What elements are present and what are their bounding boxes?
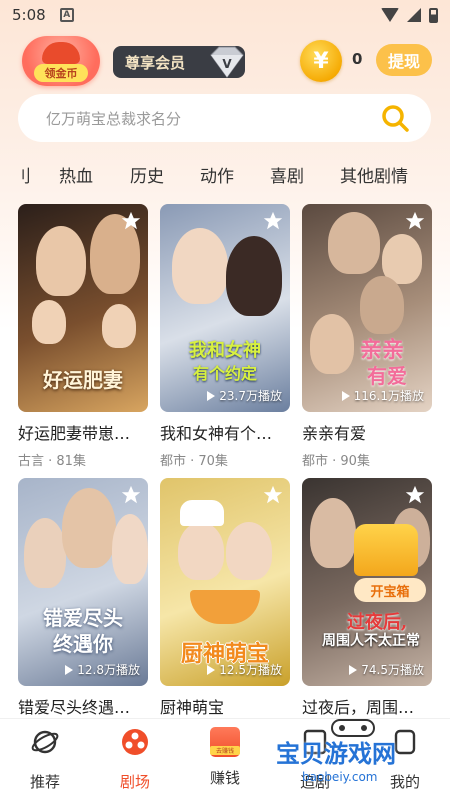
poster-4[interactable]: 厨神萌宝 12.5万播放 [160, 478, 290, 686]
vip-mark: V [222, 57, 232, 71]
poster-2[interactable]: 亲亲 有爱 116.1万播放 [302, 204, 432, 412]
poster-5[interactable]: 开宝箱 过夜后, 周围人不太正常 74.5万播放 [302, 478, 432, 686]
card-5-title[interactable]: 过夜后，周围… [302, 694, 432, 718]
card-4-title[interactable]: 厨神萌宝 [160, 694, 290, 718]
watermark-text: 宝贝游戏网 [276, 740, 396, 768]
play-count-3: 12.8万播放 [65, 661, 140, 678]
play-icon [349, 664, 358, 675]
card-3-title[interactable]: 错爱尽头终遇… [18, 694, 148, 718]
wok-icon [190, 590, 260, 624]
nav-theater[interactable]: 剧场 [100, 727, 170, 792]
battery-icon [429, 7, 438, 23]
vip-button[interactable]: 尊享会员 V [113, 46, 245, 78]
search-placeholder: 亿万萌宝总裁求名分 [46, 109, 182, 128]
search-icon[interactable] [381, 104, 409, 132]
play-count-1: 23.7万播放 [207, 387, 282, 404]
poster-1-art-sub: 有个约定 [192, 364, 257, 383]
play-count-2: 116.1万播放 [341, 387, 424, 404]
play-count-4: 12.5万播放 [207, 661, 282, 678]
nav-recommend[interactable]: 推荐 [10, 727, 80, 792]
card-0-meta: 古言 · 81集 [18, 454, 86, 469]
star-icon[interactable] [262, 210, 284, 232]
coin-count: 0 [352, 50, 363, 68]
treasure-chest-icon[interactable] [354, 524, 418, 576]
drama-card-5[interactable]: 开宝箱 过夜后, 周围人不太正常 74.5万播放 过夜后，周围… [302, 478, 432, 718]
poster-0-art-title: 好运肥妻 [43, 368, 123, 392]
tab-category-4[interactable]: 喜剧 [270, 162, 304, 187]
open-chest-button[interactable]: 开宝箱 [354, 578, 426, 602]
tab-category-1[interactable]: 热血 [59, 162, 93, 187]
tab-category-5[interactable]: 其他剧情 [340, 162, 408, 187]
search-input[interactable]: 亿万萌宝总裁求名分 [18, 94, 431, 142]
card-1-meta: 都市 · 70集 [160, 454, 228, 469]
play-icon [65, 664, 74, 675]
planet-icon [31, 730, 59, 754]
card-0-title[interactable]: 好运肥妻带崽… [18, 420, 148, 444]
yen-coin-icon: ¥ [300, 40, 342, 82]
star-icon[interactable] [404, 484, 426, 506]
drama-card-4[interactable]: 厨神萌宝 12.5万播放 厨神萌宝 [160, 478, 290, 718]
drama-card-1[interactable]: 我和女神 有个约定 23.7万播放 我和女神有个… 都市 · 70集 [160, 204, 290, 469]
poster-3-art-sub: 终遇你 [53, 632, 113, 656]
nav-earn-label: 赚钱 [209, 769, 240, 787]
withdraw-button[interactable]: 提现 [376, 44, 432, 76]
vip-label: 尊享会员 [125, 53, 186, 72]
tab-category-3[interactable]: 动作 [200, 162, 234, 187]
card-2-title[interactable]: 亲亲有爱 [302, 420, 432, 444]
category-tabs: 刂 热血 历史 动作 喜剧 其他剧情 [0, 158, 450, 190]
tab-category-0[interactable]: 刂 [14, 162, 31, 187]
poster-0[interactable]: 好运肥妻 [18, 204, 148, 412]
star-icon[interactable] [120, 484, 142, 506]
nav-recommend-label: 推荐 [29, 773, 60, 791]
poster-3-art-title: 错爱尽头 [43, 606, 123, 630]
poster-5-art-sub: 周围人不太正常 [322, 633, 420, 649]
play-icon [207, 664, 216, 675]
card-1-title[interactable]: 我和女神有个… [160, 420, 290, 444]
tab-category-2[interactable]: 历史 [130, 162, 164, 187]
wifi-icon [381, 8, 399, 22]
chef-hat-icon [180, 500, 224, 526]
claim-coins-label: 领金币 [34, 64, 88, 82]
poster-1-art-title: 我和女神 [189, 340, 261, 361]
play-icon [341, 390, 350, 401]
poster-3[interactable]: 错爱尽头 终遇你 12.8万播放 [18, 478, 148, 686]
star-icon[interactable] [120, 210, 142, 232]
coin-bowl-icon [42, 42, 80, 64]
play-icon [207, 390, 216, 401]
star-icon[interactable] [404, 210, 426, 232]
diamond-icon: V [205, 42, 249, 82]
status-time: 5:08 [12, 6, 46, 24]
drama-card-3[interactable]: 错爱尽头 终遇你 12.8万播放 错爱尽头终遇… [18, 478, 148, 718]
signal-icon [407, 8, 421, 22]
theater-icon [122, 729, 148, 755]
claim-coins-button[interactable]: 领金币 [22, 36, 100, 86]
top-row: 领金币 尊享会员 V ¥ 0 提现 [0, 36, 450, 86]
earn-icon: 去赚钱 [210, 727, 240, 757]
watermark-url: baobeiy.com [302, 770, 378, 784]
poster-1[interactable]: 我和女神 有个约定 23.7万播放 [160, 204, 290, 412]
notification-a-icon: A [59, 8, 74, 22]
poster-2-art-sub: 有爱 [367, 364, 407, 388]
nav-earn[interactable]: 去赚钱 赚钱 [190, 727, 260, 788]
site-watermark: 宝贝游戏网 baobeiy.com [272, 719, 442, 794]
drama-card-0[interactable]: 好运肥妻 好运肥妻带崽… 古言 · 81集 [18, 204, 148, 469]
status-bar: 5:08 A [0, 0, 450, 30]
star-icon[interactable] [262, 484, 284, 506]
card-2-meta: 都市 · 90集 [302, 454, 370, 469]
nav-theater-label: 剧场 [119, 773, 150, 791]
drama-card-2[interactable]: 亲亲 有爱 116.1万播放 亲亲有爱 都市 · 90集 [302, 204, 432, 469]
play-count-5: 74.5万播放 [349, 661, 424, 678]
